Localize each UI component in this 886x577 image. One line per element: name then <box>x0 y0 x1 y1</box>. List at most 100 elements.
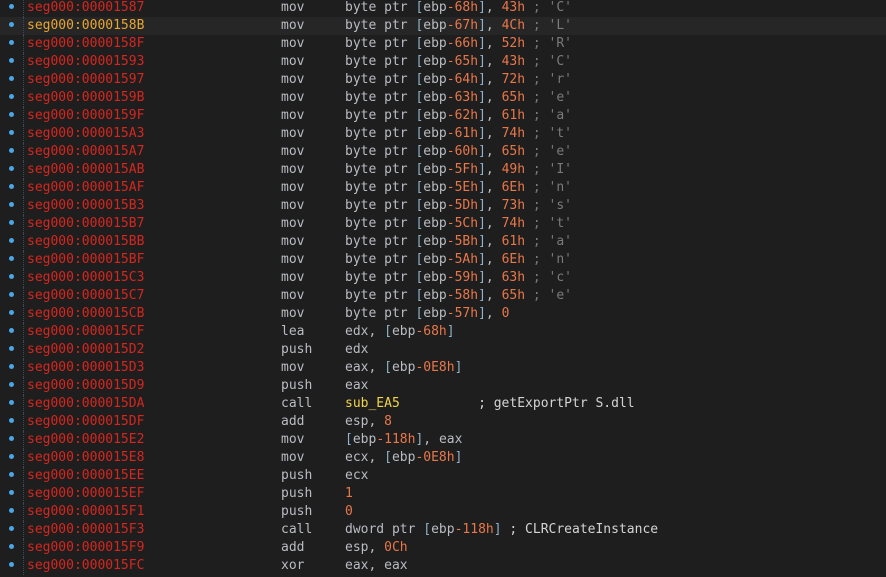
breakpoint-dot-icon[interactable] <box>9 472 14 477</box>
disassembly-listing[interactable]: seg000:00001587 mov byte ptr [ebp-68h], 43… <box>0 0 886 577</box>
gutter[interactable] <box>0 323 24 341</box>
gutter[interactable] <box>0 107 24 125</box>
gutter[interactable] <box>0 215 24 233</box>
address-label[interactable]: seg000:000015F1 <box>27 503 144 521</box>
breakpoint-dot-icon[interactable] <box>9 328 14 333</box>
address-label[interactable]: seg000:0000158F <box>27 35 144 53</box>
operands[interactable]: byte ptr [ebp-59h], 63h ; 'c' <box>345 269 572 287</box>
operands[interactable]: 0 <box>345 503 353 521</box>
gutter[interactable] <box>0 17 24 35</box>
address-label[interactable]: seg000:000015DF <box>27 413 144 431</box>
breakpoint-dot-icon[interactable] <box>9 112 14 117</box>
address-label[interactable]: seg000:000015AF <box>27 179 144 197</box>
breakpoint-dot-icon[interactable] <box>9 382 14 387</box>
operands[interactable]: 1 <box>345 485 353 503</box>
listing-row[interactable]: seg000:000015FC xor eax, eax <box>0 557 886 575</box>
operands[interactable]: eax, [ebp-0E8h] <box>345 359 462 377</box>
address-label[interactable]: seg000:0000159F <box>27 107 144 125</box>
gutter[interactable] <box>0 0 24 17</box>
operands[interactable]: ecx <box>345 467 368 485</box>
gutter[interactable] <box>0 179 24 197</box>
listing-row[interactable]: seg000:000015C7 mov byte ptr [ebp-58h], 65… <box>0 287 886 305</box>
breakpoint-dot-icon[interactable] <box>9 292 14 297</box>
listing-row[interactable]: seg000:000015D9 push eax <box>0 377 886 395</box>
gutter[interactable] <box>0 35 24 53</box>
address-label[interactable]: seg000:000015FC <box>27 557 144 575</box>
operands[interactable]: byte ptr [ebp-60h], 65h ; 'e' <box>345 143 572 161</box>
address-label[interactable]: seg000:000015BF <box>27 251 144 269</box>
operands[interactable]: byte ptr [ebp-64h], 72h ; 'r' <box>345 71 572 89</box>
address-label[interactable]: seg000:000015D3 <box>27 359 144 377</box>
listing-row[interactable]: seg000:00001597 mov byte ptr [ebp-64h], 72… <box>0 71 886 89</box>
breakpoint-dot-icon[interactable] <box>9 544 14 549</box>
gutter[interactable] <box>0 125 24 143</box>
address-label[interactable]: seg000:000015BB <box>27 233 144 251</box>
listing-row[interactable]: seg000:000015E2 mov [ebp-118h], eax <box>0 431 886 449</box>
operands[interactable]: byte ptr [ebp-65h], 43h ; 'C' <box>345 53 572 71</box>
operands[interactable]: edx <box>345 341 368 359</box>
gutter[interactable] <box>0 359 24 377</box>
breakpoint-dot-icon[interactable] <box>9 436 14 441</box>
breakpoint-dot-icon[interactable] <box>9 94 14 99</box>
gutter[interactable] <box>0 89 24 107</box>
address-label[interactable]: seg000:000015E2 <box>27 431 144 449</box>
listing-row[interactable]: seg000:000015C3 mov byte ptr [ebp-59h], 63… <box>0 269 886 287</box>
address-label[interactable]: seg000:000015A7 <box>27 143 144 161</box>
gutter[interactable] <box>0 161 24 179</box>
gutter[interactable] <box>0 71 24 89</box>
listing-row[interactable]: seg000:000015F1 push 0 <box>0 503 886 521</box>
breakpoint-dot-icon[interactable] <box>9 490 14 495</box>
breakpoint-dot-icon[interactable] <box>9 364 14 369</box>
breakpoint-dot-icon[interactable] <box>9 400 14 405</box>
address-label[interactable]: seg000:000015CF <box>27 323 144 341</box>
gutter[interactable] <box>0 413 24 431</box>
gutter[interactable] <box>0 467 24 485</box>
breakpoint-dot-icon[interactable] <box>9 454 14 459</box>
address-label[interactable]: seg000:000015B3 <box>27 197 144 215</box>
operands[interactable]: byte ptr [ebp-62h], 61h ; 'a' <box>345 107 572 125</box>
listing-row[interactable]: seg000:000015EF push 1 <box>0 485 886 503</box>
breakpoint-dot-icon[interactable] <box>9 418 14 423</box>
operands[interactable]: dword ptr [ebp-118h] ; CLRCreateInstance <box>345 521 658 539</box>
operands[interactable]: byte ptr [ebp-5Eh], 6Eh ; 'n' <box>345 179 572 197</box>
listing-row[interactable]: seg000:000015E8 mov ecx, [ebp-0E8h] <box>0 449 886 467</box>
operands[interactable]: byte ptr [ebp-5Fh], 49h ; 'I' <box>345 161 572 179</box>
operands[interactable]: byte ptr [ebp-57h], 0 <box>345 305 509 323</box>
address-label[interactable]: seg000:000015C3 <box>27 269 144 287</box>
address-label[interactable]: seg000:000015F9 <box>27 539 144 557</box>
listing-row[interactable]: seg000:000015B3 mov byte ptr [ebp-5Dh], 73… <box>0 197 886 215</box>
listing-row[interactable]: seg000:0000158F mov byte ptr [ebp-66h], 52… <box>0 35 886 53</box>
address-label[interactable]: seg000:00001587 <box>27 0 144 17</box>
listing-row[interactable]: seg000:000015D3 mov eax, [ebp-0E8h] <box>0 359 886 377</box>
listing-row[interactable]: seg000:0000159F mov byte ptr [ebp-62h], 61… <box>0 107 886 125</box>
gutter[interactable] <box>0 53 24 71</box>
gutter[interactable] <box>0 269 24 287</box>
breakpoint-dot-icon[interactable] <box>9 274 14 279</box>
operands[interactable]: byte ptr [ebp-67h], 4Ch ; 'L' <box>345 17 572 35</box>
breakpoint-dot-icon[interactable] <box>9 310 14 315</box>
breakpoint-dot-icon[interactable] <box>9 562 14 567</box>
operands[interactable]: byte ptr [ebp-5Bh], 61h ; 'a' <box>345 233 572 251</box>
breakpoint-dot-icon[interactable] <box>9 58 14 63</box>
listing-row[interactable]: seg000:00001593 mov byte ptr [ebp-65h], 43… <box>0 53 886 71</box>
operands[interactable]: byte ptr [ebp-5Ah], 6Eh ; 'n' <box>345 251 572 269</box>
address-label[interactable]: seg000:0000158B <box>27 17 144 35</box>
breakpoint-dot-icon[interactable] <box>9 4 14 9</box>
operands[interactable]: byte ptr [ebp-58h], 65h ; 'e' <box>345 287 572 305</box>
operands[interactable]: ecx, [ebp-0E8h] <box>345 449 462 467</box>
listing-row[interactable]: seg000:000015CB mov byte ptr [ebp-57h], 0 <box>0 305 886 323</box>
address-label[interactable]: seg000:000015B7 <box>27 215 144 233</box>
listing-row[interactable]: seg000:000015F3 call dword ptr [ebp-118h] … <box>0 521 886 539</box>
breakpoint-dot-icon[interactable] <box>9 256 14 261</box>
listing-row[interactable]: seg000:0000158B mov byte ptr [ebp-67h], 4C… <box>0 17 886 35</box>
gutter[interactable] <box>0 521 24 539</box>
listing-row[interactable]: seg000:000015D2 push edx <box>0 341 886 359</box>
sub-reference-link[interactable]: sub_EA5 <box>345 396 400 411</box>
breakpoint-dot-icon[interactable] <box>9 184 14 189</box>
address-label[interactable]: seg000:000015CB <box>27 305 144 323</box>
gutter[interactable] <box>0 485 24 503</box>
breakpoint-dot-icon[interactable] <box>9 238 14 243</box>
address-label[interactable]: seg000:000015C7 <box>27 287 144 305</box>
gutter[interactable] <box>0 251 24 269</box>
listing-row[interactable]: seg000:000015BB mov byte ptr [ebp-5Bh], 61… <box>0 233 886 251</box>
